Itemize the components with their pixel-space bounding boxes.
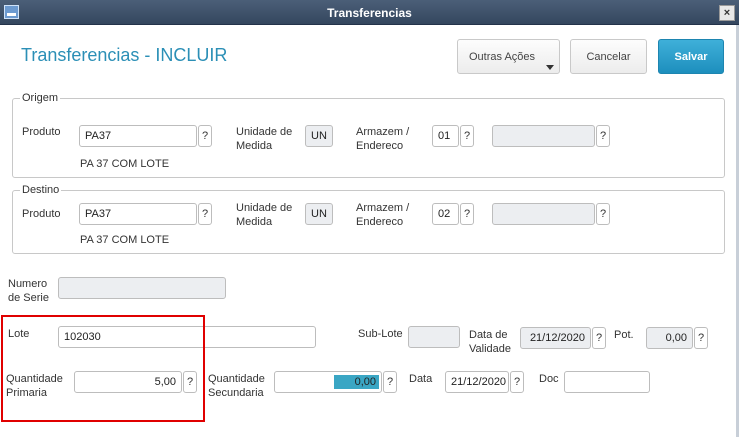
close-icon[interactable]: × <box>719 5 735 21</box>
origem-produto-descricao: PA 37 COM LOTE <box>80 158 170 170</box>
destino-armazem-input[interactable]: 02 <box>432 203 459 225</box>
destino-produto-descricao: PA 37 COM LOTE <box>80 234 170 246</box>
quantidade-secundaria-value: 0,00 <box>354 376 376 388</box>
window-title: Transferencias <box>327 6 412 20</box>
origem-legend: Origem <box>20 92 61 104</box>
quantidade-secundaria-label-1: Quantidade <box>208 373 265 385</box>
sublote-label: Sub-Lote <box>358 328 403 340</box>
validade-label-1: Data de <box>469 329 508 341</box>
quantidade-secundaria-label-2: Secundaria <box>208 387 264 399</box>
pot-field: 0,00 <box>646 327 693 349</box>
destino-endereco-help-button[interactable]: ? <box>596 203 610 225</box>
data-help-button[interactable]: ? <box>510 371 524 393</box>
quantidade-secundaria-help-button[interactable]: ? <box>383 371 397 393</box>
sublote-field <box>408 326 460 348</box>
destino-endereco-field <box>492 203 595 225</box>
cancel-button[interactable]: Cancelar <box>570 39 647 74</box>
highlight-box <box>1 315 205 422</box>
data-label: Data <box>409 373 433 385</box>
data-input[interactable]: 21/12/2020 <box>445 371 509 393</box>
origem-armazem-input[interactable]: 01 <box>432 125 459 147</box>
save-button[interactable]: Salvar <box>658 39 724 74</box>
origem-unidade-field: UN <box>305 125 333 147</box>
validade-field: 21/12/2020 <box>520 327 591 349</box>
page-title: Transferencias - INCLUIR <box>21 45 228 65</box>
origem-endereco-help-button[interactable]: ? <box>596 125 610 147</box>
origem-produto-label: Produto <box>22 126 61 138</box>
origem-armazem-label-2: Endereco <box>356 140 404 152</box>
numero-serie-field <box>58 277 226 299</box>
destino-unidade-field: UN <box>305 203 333 225</box>
destino-legend: Destino <box>20 184 62 196</box>
validade-help-button[interactable]: ? <box>592 327 606 349</box>
destino-armazem-help-button[interactable]: ? <box>460 203 474 225</box>
destino-produto-help-button[interactable]: ? <box>198 203 212 225</box>
destino-armazem-label-1: Armazem / <box>356 202 410 214</box>
quantidade-secundaria-input[interactable]: 0,00 <box>274 371 382 393</box>
destino-unidade-label-1: Unidade de <box>236 202 293 214</box>
origem-unidade-label-1: Unidade de <box>236 126 293 138</box>
caret-down-icon <box>546 65 554 70</box>
destino-produto-input[interactable]: PA37 <box>79 203 197 225</box>
doc-input[interactable] <box>564 371 650 393</box>
destino-armazem-label-2: Endereco <box>356 216 404 228</box>
serie-label-2: de Serie <box>8 292 49 304</box>
origem-armazem-label-1: Armazem / <box>356 126 410 138</box>
validade-label-2: Validade <box>469 343 511 355</box>
origem-endereco-field <box>492 125 595 147</box>
origem-unidade-label-2: Medida <box>236 140 273 152</box>
outras-acoes-button[interactable]: Outras Ações <box>457 39 560 74</box>
destino-produto-label: Produto <box>22 208 61 220</box>
pot-label: Pot. <box>614 329 634 341</box>
pot-help-button[interactable]: ? <box>694 327 708 349</box>
origem-armazem-help-button[interactable]: ? <box>460 125 474 147</box>
window-titlebar: Transferencias × <box>0 0 739 25</box>
origem-produto-input[interactable]: PA37 <box>79 125 197 147</box>
serie-label-1: Numero <box>8 278 48 290</box>
origem-produto-help-button[interactable]: ? <box>198 125 212 147</box>
destino-unidade-label-2: Medida <box>236 216 273 228</box>
outras-acoes-label: Outras Ações <box>469 50 536 63</box>
doc-label: Doc <box>539 373 559 385</box>
